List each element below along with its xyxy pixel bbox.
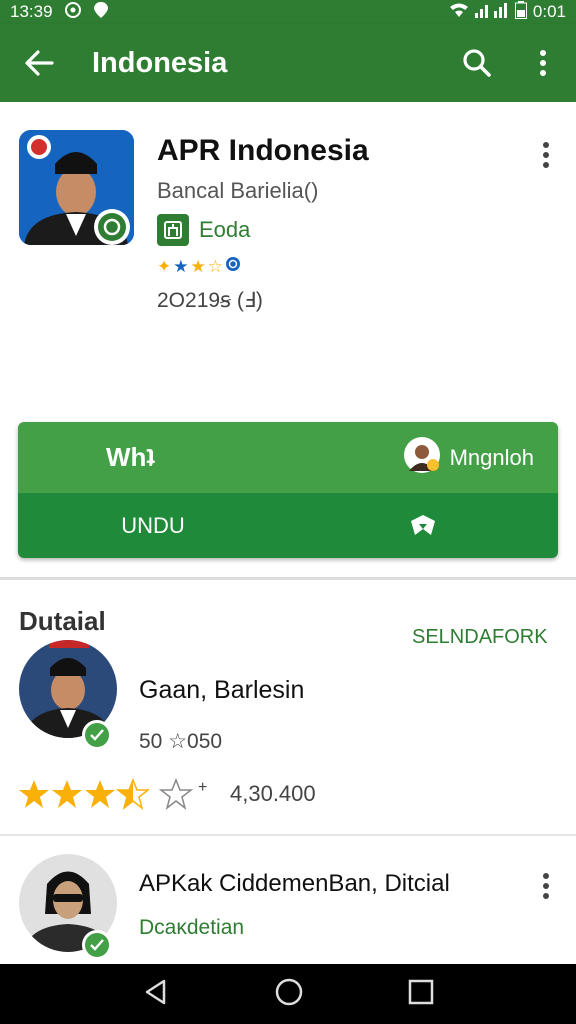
avatar bbox=[403, 436, 440, 479]
badge-label: Eoda bbox=[199, 217, 251, 242]
signal-icon bbox=[474, 2, 509, 23]
status-time: 13:39 bbox=[10, 2, 53, 21]
home-circle-icon bbox=[275, 978, 303, 1005]
back-nav-button[interactable] bbox=[142, 978, 170, 1011]
recents-nav-button[interactable] bbox=[408, 979, 434, 1010]
editor-badge: Eoda bbox=[157, 214, 250, 246]
battery-icon bbox=[514, 0, 527, 24]
section-heading: Dutaial bbox=[19, 606, 106, 636]
mini-rating: ✦ ★ ★ ☆ bbox=[157, 256, 241, 277]
download-count: 2O219ꞩ (Ⅎ) bbox=[157, 289, 263, 312]
wishlist-button[interactable] bbox=[288, 514, 558, 537]
recents-square-icon bbox=[408, 979, 434, 1004]
battery-time: 0:01 bbox=[532, 2, 566, 21]
status-bar: 13:39 0:01 bbox=[0, 0, 576, 24]
bookmark-icon bbox=[411, 514, 435, 535]
back-triangle-icon bbox=[145, 979, 166, 1004]
more-vert-icon bbox=[543, 873, 549, 899]
rating-row: + 4,30.400 bbox=[18, 778, 316, 810]
secondary-label: UNDU bbox=[121, 512, 185, 538]
location-icon bbox=[93, 1, 109, 24]
item-title: APKak CiddemenBan, Ditcial bbox=[139, 870, 450, 897]
system-nav-bar bbox=[0, 964, 576, 1024]
item-more-button[interactable] bbox=[531, 866, 561, 906]
more-vert-icon bbox=[540, 50, 546, 76]
app-bar: Indonesia bbox=[0, 24, 576, 102]
item-subtitle: Dcaκdetian bbox=[139, 916, 245, 939]
account-name: Mngnloh bbox=[449, 444, 534, 470]
badge-icon bbox=[157, 214, 189, 246]
secondary-button[interactable]: UNDU bbox=[18, 513, 288, 539]
more-options-button[interactable] bbox=[510, 24, 576, 102]
verified-icon bbox=[82, 930, 112, 960]
see-more-link[interactable]: SELNDAFORK bbox=[412, 626, 548, 649]
account-chip[interactable]: Mngnloh bbox=[403, 436, 534, 479]
rating-value: 4,30.400 bbox=[230, 781, 316, 806]
person-name[interactable]: Gaan, Barlesin bbox=[139, 676, 304, 705]
app-card: APR Indonesia Bancal Barielia() Eoda ✦ ★… bbox=[0, 102, 576, 580]
search-icon bbox=[463, 49, 491, 77]
more-vert-icon bbox=[543, 142, 549, 168]
person-meta-text: 50 ☆050 bbox=[139, 730, 223, 753]
star-icon: ☆ bbox=[207, 256, 223, 276]
notification-icon bbox=[63, 1, 83, 24]
app-more-button[interactable] bbox=[531, 135, 561, 175]
arrow-back-icon bbox=[25, 50, 54, 76]
person-meta: 50 ☆050 bbox=[139, 729, 222, 754]
info-icon bbox=[225, 256, 241, 277]
install-button[interactable]: Whʇ Mngnloh bbox=[18, 422, 558, 493]
app-title: APR Indonesia bbox=[157, 134, 369, 167]
verified-icon bbox=[82, 720, 112, 750]
star-icon: ★ bbox=[173, 256, 189, 276]
developer-name[interactable]: Bancal Barielia() bbox=[157, 178, 318, 204]
wifi-icon bbox=[449, 2, 469, 23]
rating-stars: + bbox=[19, 778, 207, 810]
list-item[interactable]: APKak CiddemenBan, Ditcial Dcaκdetian bbox=[0, 836, 576, 964]
install-label: Whʇ bbox=[106, 442, 156, 472]
svg-text:+: + bbox=[198, 779, 207, 796]
star-icon: ✦ bbox=[157, 256, 172, 276]
page-title: Indonesia bbox=[92, 46, 228, 79]
star-icon: ★ bbox=[190, 256, 206, 276]
search-button[interactable] bbox=[444, 24, 510, 102]
app-icon[interactable] bbox=[19, 130, 134, 245]
details-section: Dutaial SELNDAFORK Gaan, Barlesin 50 ☆05… bbox=[0, 588, 576, 836]
home-nav-button[interactable] bbox=[274, 977, 304, 1012]
back-button[interactable] bbox=[0, 24, 78, 102]
install-panel: Whʇ Mngnloh UNDU bbox=[18, 422, 558, 558]
